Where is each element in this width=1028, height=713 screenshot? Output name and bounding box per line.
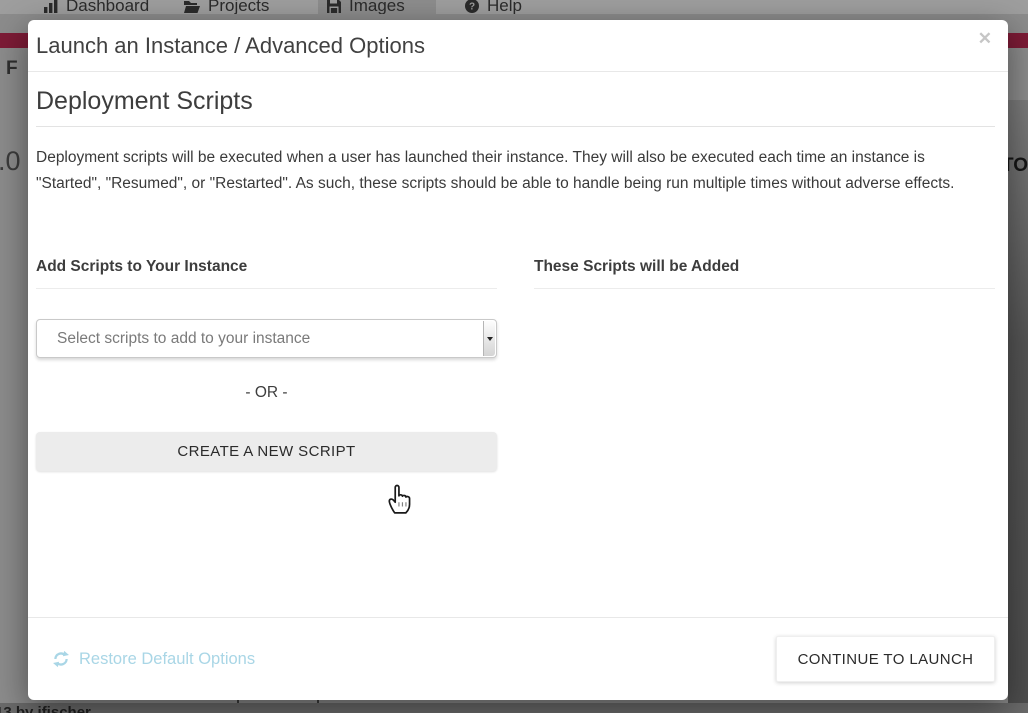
- restore-label: Restore Default Options: [79, 650, 255, 669]
- background-bottom-row: 13 by jfischer: [0, 703, 1028, 713]
- nav-item-projects[interactable]: Projects: [184, 0, 269, 14]
- or-separator: - OR -: [36, 384, 497, 402]
- nav-item-help[interactable]: ? Help: [465, 0, 522, 14]
- script-select-placeholder: Select scripts to add to your instance: [57, 330, 310, 348]
- hand-cursor-icon: [386, 481, 414, 515]
- bar-chart-icon: [44, 0, 58, 13]
- nav-label: Projects: [208, 0, 269, 14]
- modal-body: Deployment Scripts Deployment scripts wi…: [28, 72, 1008, 617]
- modal-header: Launch an Instance / Advanced Options ✕: [28, 20, 1008, 72]
- background-right-panel: [1008, 100, 1028, 713]
- create-new-script-button[interactable]: CREATE A NEW SCRIPT: [36, 432, 497, 471]
- nav-item-dashboard[interactable]: Dashboard: [44, 0, 149, 14]
- nav-item-images[interactable]: Images: [327, 0, 405, 14]
- background-clipped-text: 13 by jfischer: [0, 704, 91, 713]
- continue-to-launch-button[interactable]: CONTINUE TO LAUNCH: [776, 636, 995, 682]
- question-icon: ?: [465, 0, 479, 13]
- add-scripts-column: Add Scripts to Your Instance Select scri…: [36, 258, 497, 471]
- restore-default-options-button[interactable]: Restore Default Options: [52, 650, 255, 669]
- close-icon[interactable]: ✕: [978, 30, 992, 47]
- chevron-down-icon[interactable]: [483, 321, 495, 356]
- background-clipped-text: F: [6, 58, 18, 80]
- nav-label: Help: [487, 0, 522, 14]
- added-scripts-heading: These Scripts will be Added: [534, 258, 995, 289]
- advanced-options-modal: Launch an Instance / Advanced Options ✕ …: [28, 20, 1008, 700]
- script-select[interactable]: Select scripts to add to your instance: [36, 319, 497, 358]
- scripts-columns: Add Scripts to Your Instance Select scri…: [36, 258, 995, 471]
- modal-title: Launch an Instance / Advanced Options: [36, 33, 425, 58]
- refresh-icon: [52, 650, 70, 668]
- nav-label: Dashboard: [66, 0, 149, 14]
- add-scripts-heading: Add Scripts to Your Instance: [36, 258, 497, 289]
- section-heading: Deployment Scripts: [36, 86, 995, 127]
- floppy-icon: [327, 0, 341, 13]
- nav-label: Images: [349, 0, 405, 14]
- svg-text:?: ?: [469, 2, 475, 13]
- modal-footer: Restore Default Options CONTINUE TO LAUN…: [28, 617, 1008, 700]
- folder-icon: [184, 0, 200, 13]
- added-scripts-column: These Scripts will be Added: [534, 258, 995, 471]
- section-description: Deployment scripts will be executed when…: [36, 145, 974, 196]
- background-clipped-text: .0: [0, 146, 21, 177]
- background-top-nav: Dashboard Projects Images ? Help: [0, 0, 1028, 14]
